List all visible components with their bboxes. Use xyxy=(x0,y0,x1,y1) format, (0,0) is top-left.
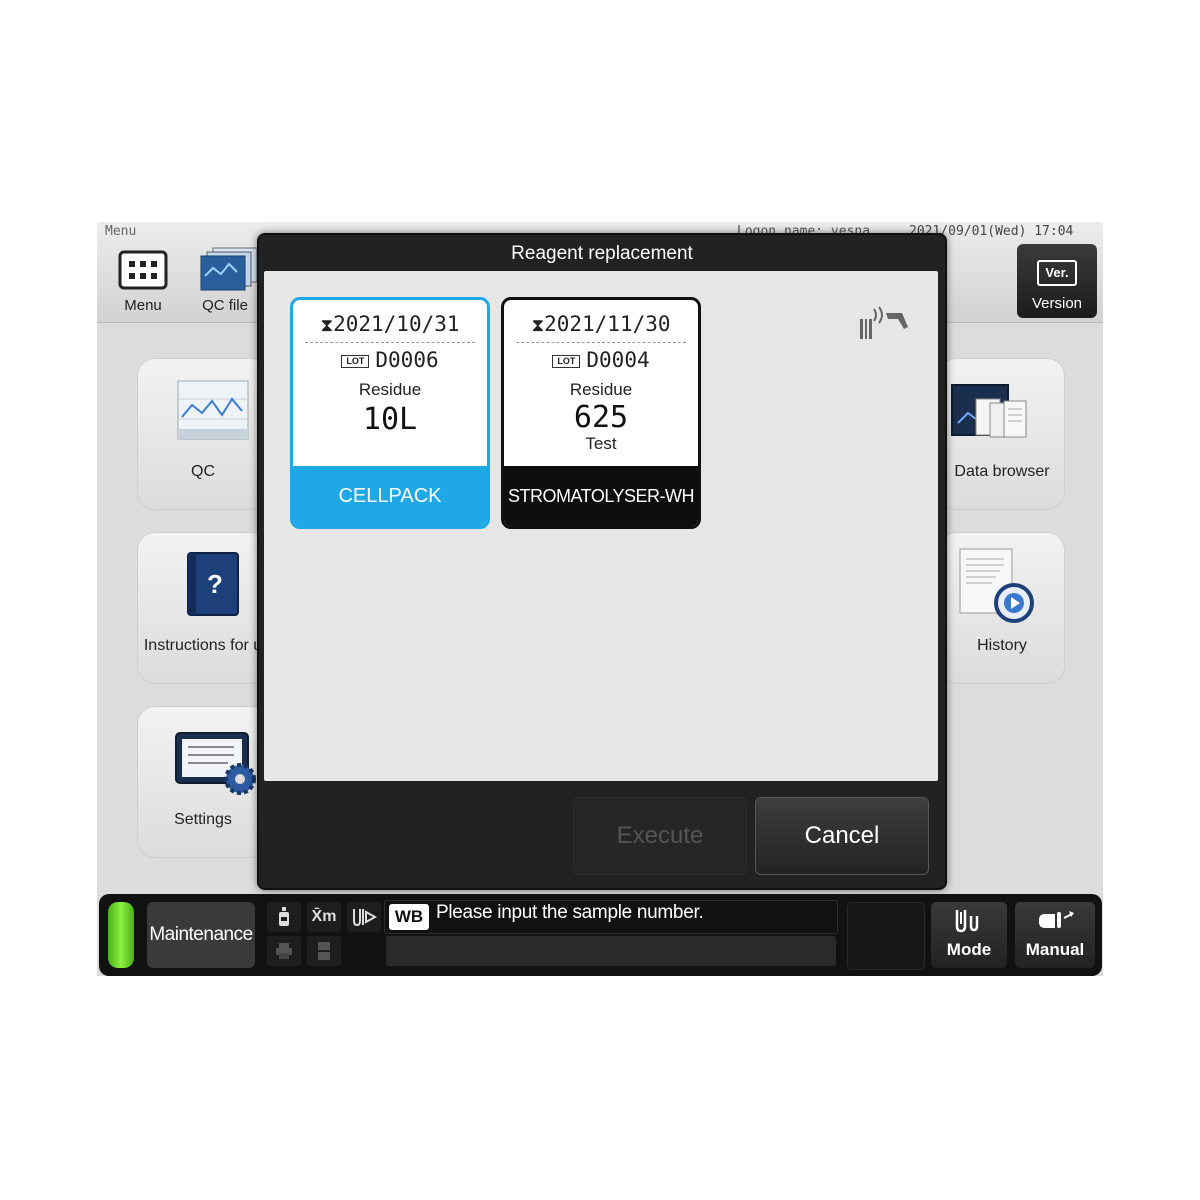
status-led xyxy=(108,902,134,968)
data-browser-tile[interactable]: Data browser xyxy=(939,358,1065,510)
svg-text:?: ? xyxy=(207,569,223,599)
lot-number: LOT D0006 xyxy=(293,348,487,372)
wb-mode-tag: WB xyxy=(389,904,429,930)
help-book-icon: ? xyxy=(187,552,239,616)
version-button[interactable]: Ver. Version xyxy=(1017,244,1097,318)
menu-button[interactable]: Menu xyxy=(107,244,179,318)
execute-button[interactable]: Execute xyxy=(573,797,747,875)
sampler-icon[interactable] xyxy=(347,902,381,932)
reagent-card-cellpack[interactable]: ⧗2021/10/31 LOT D0006 Residue 10L CELLPAC… xyxy=(290,297,490,529)
xm-button[interactable]: X̄m xyxy=(307,902,341,932)
server-glyph xyxy=(318,941,330,960)
cancel-button[interactable]: Cancel xyxy=(755,797,929,875)
version-icon: Ver. xyxy=(1037,260,1077,286)
manual-hand-tube-icon xyxy=(1039,911,1074,928)
qc-file-icon xyxy=(200,247,258,291)
residue-label: Residue xyxy=(358,380,422,399)
printer-glyph xyxy=(276,942,292,959)
tube-arrow-icon xyxy=(353,908,378,926)
data-browser-tile-label: Data browser xyxy=(954,463,1050,480)
residue-unit: Test xyxy=(585,434,617,453)
dialog-content: ⧗2021/10/31 LOT D0006 Residue 10L CELLPAC… xyxy=(264,271,938,781)
qc-tile[interactable]: QC xyxy=(137,358,269,510)
expiry-date: ⧗2021/11/30 xyxy=(504,312,698,336)
lot-number-value: D0006 xyxy=(375,348,439,372)
status-message: Please input the sample number. xyxy=(436,902,704,923)
residue-value: 625 xyxy=(573,400,629,435)
reagent-replacement-dialog: Reagent replacement ⧗2021/10/31 LOT D0006… xyxy=(257,233,947,890)
mode-tubes-icon xyxy=(955,910,979,933)
printer-icon xyxy=(267,936,301,966)
xm-label: X̄m xyxy=(311,908,337,925)
lot-icon: LOT xyxy=(341,354,370,368)
manual-button[interactable]: Manual xyxy=(1015,902,1095,968)
qc-file-button[interactable]: QC file xyxy=(189,244,261,318)
reagent-name: STROMATOLYSER-WH xyxy=(504,466,698,526)
barcode-scanner-icon[interactable] xyxy=(856,305,912,345)
manual-button-label: Manual xyxy=(1025,940,1085,959)
dialog-title: Reagent replacement xyxy=(511,243,693,264)
hourglass-icon: ⧗ xyxy=(320,315,334,336)
menu-button-label: Menu xyxy=(124,297,162,314)
history-icon xyxy=(959,548,1034,623)
expiry-date-value: 2021/11/30 xyxy=(544,312,671,336)
expiry-date: ⧗2021/10/31 xyxy=(293,312,487,336)
card-divider xyxy=(305,342,475,343)
qc-tile-label: QC xyxy=(191,463,215,480)
bottle-icon xyxy=(279,906,289,926)
settings-tile-label: Settings xyxy=(174,811,232,828)
lot-icon: LOT xyxy=(552,354,581,368)
mode-button-label: Mode xyxy=(946,940,992,959)
host-icon xyxy=(307,936,341,966)
menu-grid-icon xyxy=(118,250,168,290)
history-tile-label: History xyxy=(977,637,1027,654)
expiry-date-value: 2021/10/31 xyxy=(333,312,460,336)
sample-number-field[interactable] xyxy=(386,936,836,966)
settings-tile[interactable]: Settings xyxy=(137,706,269,858)
lot-number-value: D0004 xyxy=(586,348,650,372)
qc-file-button-label: QC file xyxy=(202,297,248,314)
residue-label: Residue xyxy=(569,380,633,399)
qc-chart-icon xyxy=(177,380,249,440)
menu-title: Menu xyxy=(105,224,137,239)
settings-icon xyxy=(175,732,256,795)
history-tile[interactable]: History xyxy=(939,532,1065,684)
card-divider xyxy=(516,342,686,343)
hourglass-icon: ⧗ xyxy=(531,315,545,336)
maintenance-button[interactable]: Maintenance xyxy=(147,902,255,968)
reagent-name: CELLPACK xyxy=(293,466,487,526)
mode-button[interactable]: Mode xyxy=(931,902,1007,968)
version-button-label: Version xyxy=(1031,295,1083,312)
lot-number: LOT D0004 xyxy=(504,348,698,372)
status-bar: Maintenance X̄m WB Please input the samp… xyxy=(99,894,1102,976)
instructions-tile-label: Instructions for u xyxy=(143,637,263,654)
instructions-tile[interactable]: ? Instructions for u xyxy=(137,532,269,684)
reagent-card-stromatolyser[interactable]: ⧗2021/11/30 LOT D0004 Residue 625 Test ST… xyxy=(501,297,701,529)
reagent-bottle-icon[interactable] xyxy=(267,902,301,932)
blank-button xyxy=(847,902,925,970)
data-browser-icon xyxy=(951,384,1027,438)
residue-value: 10L xyxy=(362,402,418,437)
